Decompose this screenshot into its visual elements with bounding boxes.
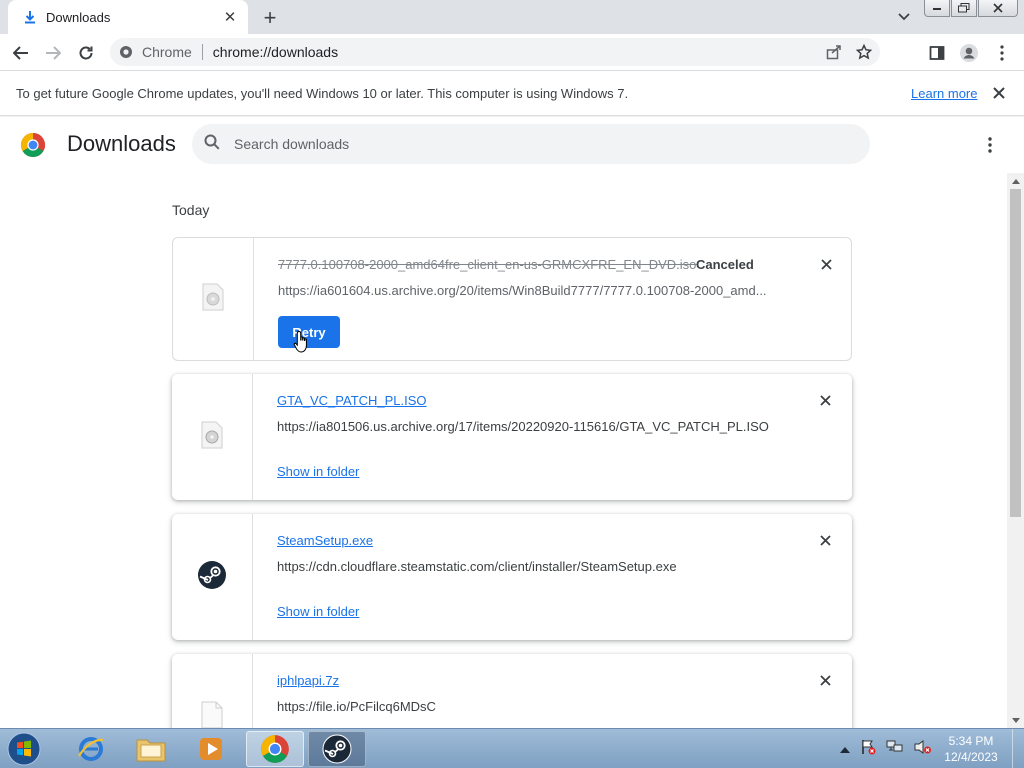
download-url[interactable]: https://ia601604.us.archive.org/20/items… <box>278 283 767 298</box>
search-downloads-box[interactable] <box>192 124 870 164</box>
file-explorer-icon[interactable] <box>122 731 180 767</box>
internet-explorer-icon[interactable] <box>62 731 120 767</box>
download-filename-link[interactable]: GTA_VC_PATCH_PL.ISO <box>277 393 427 408</box>
share-icon[interactable] <box>826 44 842 65</box>
scroll-up-arrow-icon[interactable] <box>1007 173 1024 189</box>
browser-menu-icon[interactable] <box>989 40 1015 66</box>
new-tab-button[interactable]: + <box>258 5 282 30</box>
restore-button[interactable] <box>951 0 977 17</box>
show-in-folder-link[interactable]: Show in folder <box>277 604 359 619</box>
hand-cursor-icon <box>293 330 307 353</box>
search-icon <box>204 134 220 155</box>
chrome-logo-icon <box>20 133 46 158</box>
network-icon[interactable] <box>886 739 904 760</box>
reload-button[interactable] <box>73 40 99 66</box>
remove-from-list-icon[interactable] <box>816 671 834 689</box>
address-bar[interactable]: Chrome chrome://downloads <box>110 38 880 66</box>
start-button[interactable] <box>4 730 44 768</box>
browser-toolbar: Chrome chrome://downloads <box>0 34 1024 71</box>
omnibox-separator <box>201 44 203 60</box>
media-player-icon[interactable] <box>182 731 240 767</box>
search-input[interactable] <box>234 136 834 152</box>
scroll-thumb[interactable] <box>1010 189 1021 517</box>
forward-button[interactable] <box>40 40 66 66</box>
clock-date: 12/4/2023 <box>944 750 998 764</box>
url-text[interactable]: chrome://downloads <box>213 44 338 60</box>
taskbar-clock[interactable]: 5:34 PM 12/4/2023 <box>940 733 1002 765</box>
infobar-close-icon[interactable] <box>990 84 1008 102</box>
show-hidden-icons-icon[interactable] <box>840 740 850 758</box>
steam-taskbar-icon[interactable] <box>308 731 366 767</box>
update-infobar: To get future Google Chrome updates, you… <box>0 71 1024 116</box>
tab-search-chevron-icon[interactable] <box>894 8 914 26</box>
clock-time: 5:34 PM <box>948 734 994 748</box>
downloads-menu-icon[interactable] <box>980 133 1000 157</box>
tab-strip: Downloads ✕ + <box>0 0 1024 34</box>
disc-file-icon <box>200 421 224 454</box>
close-window-button[interactable] <box>978 0 1018 17</box>
page-title: Downloads <box>67 131 176 156</box>
downloads-header: Downloads <box>0 117 1024 173</box>
remove-from-list-icon[interactable] <box>816 391 834 409</box>
scroll-down-arrow-icon[interactable] <box>1007 712 1024 728</box>
download-filename-link[interactable]: iphlpapi.7z <box>277 673 339 688</box>
download-status: Canceled <box>696 257 754 272</box>
remove-from-list-icon[interactable] <box>817 255 835 273</box>
date-section-label: Today <box>172 202 210 218</box>
download-item: GTA_VC_PATCH_PL.ISO https://ia801506.us.… <box>172 374 852 500</box>
download-item: SteamSetup.exe https://cdn.cloudflare.st… <box>172 514 852 640</box>
download-url[interactable]: https://cdn.cloudflare.steamstatic.com/c… <box>277 559 677 574</box>
windows-taskbar: 5:34 PM 12/4/2023 <box>0 728 1024 768</box>
profile-avatar-icon[interactable] <box>956 40 982 66</box>
download-url[interactable]: https://ia801506.us.archive.org/17/items… <box>277 419 769 434</box>
infobar-message: To get future Google Chrome updates, you… <box>16 85 629 101</box>
download-item: 7777.0.100708-2000_amd64fre_client_en-us… <box>172 237 852 361</box>
remove-from-list-icon[interactable] <box>816 531 834 549</box>
window-controls <box>923 0 1018 17</box>
chrome-taskbar-icon[interactable] <box>246 731 304 767</box>
page-scrollbar[interactable] <box>1007 173 1024 728</box>
bookmark-star-icon[interactable] <box>855 43 873 65</box>
chrome-site-icon <box>118 44 134 60</box>
download-filename: 7777.0.100708-2000_amd64fre_client_en-us… <box>278 257 697 272</box>
learn-more-link[interactable]: Learn more <box>911 86 977 101</box>
back-button[interactable] <box>8 40 34 66</box>
minimize-button[interactable] <box>924 0 950 17</box>
action-center-flag-icon[interactable] <box>860 739 876 760</box>
volume-muted-icon[interactable] <box>914 739 932 760</box>
tab-close-icon[interactable]: ✕ <box>222 9 238 26</box>
side-panel-icon[interactable] <box>924 40 950 66</box>
tab-title: Downloads <box>46 9 111 25</box>
tab-downloads[interactable]: Downloads ✕ <box>8 0 248 34</box>
download-icon <box>22 9 38 25</box>
disc-file-icon <box>201 283 225 316</box>
show-in-folder-link[interactable]: Show in folder <box>277 464 359 479</box>
system-tray <box>840 729 932 768</box>
show-desktop-button[interactable] <box>1012 729 1024 768</box>
download-url[interactable]: https://file.io/PcFilcq6MDsC <box>277 699 436 714</box>
download-filename-link[interactable]: SteamSetup.exe <box>277 533 373 548</box>
steam-icon <box>197 560 227 595</box>
site-name: Chrome <box>142 44 192 60</box>
